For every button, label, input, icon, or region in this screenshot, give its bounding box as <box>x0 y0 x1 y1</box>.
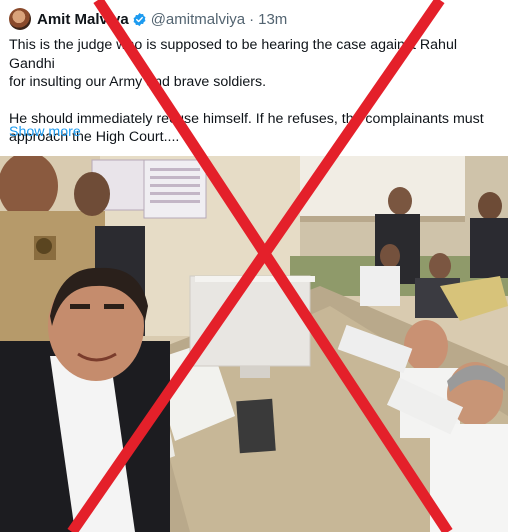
tweet-text: This is the judge who is supposed to be … <box>9 36 499 147</box>
separator-dot: · <box>249 10 255 28</box>
tweet-timestamp[interactable]: 13m <box>258 11 287 28</box>
tweet-header: Amit Malviya @amitmalviya · 13m <box>37 9 287 29</box>
tweet-text-line: approach the High Court.... <box>9 129 180 145</box>
courtroom-selfie-photo <box>0 156 508 532</box>
author-handle[interactable]: @amitmalviya <box>151 11 245 28</box>
author-name[interactable]: Amit Malviya <box>37 11 129 28</box>
show-more-link[interactable]: Show more <box>9 124 81 140</box>
avatar[interactable] <box>9 8 31 30</box>
tweet-photo[interactable] <box>0 156 508 532</box>
tweet-text-line: for insulting our Army and brave soldier… <box>9 74 267 90</box>
tweet-text-line: He should immediately recuse himself. If… <box>9 110 484 127</box>
verified-badge-icon <box>133 12 146 26</box>
tweet-text-line: This is the judge who is supposed to be … <box>9 37 457 72</box>
tweet: Amit Malviya @amitmalviya · 13m This is … <box>0 0 508 532</box>
